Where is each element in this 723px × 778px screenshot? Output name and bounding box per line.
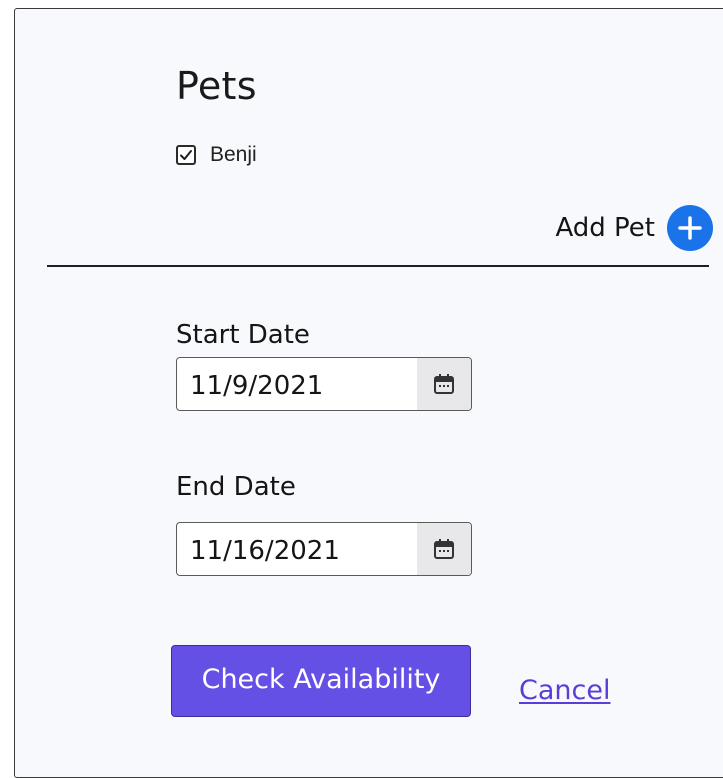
calendar-icon xyxy=(434,539,454,559)
start-date-value[interactable]: 11/9/2021 xyxy=(177,367,417,401)
pets-heading: Pets xyxy=(176,64,257,108)
start-date-picker-button[interactable] xyxy=(417,358,471,410)
end-date-value[interactable]: 11/16/2021 xyxy=(177,532,417,566)
booking-panel: Pets Benji Add Pet Start Date 11/9/2021 xyxy=(14,8,723,778)
pet-checkbox-row[interactable]: Benji xyxy=(176,143,257,167)
add-pet-button[interactable]: Add Pet xyxy=(555,205,713,251)
check-icon xyxy=(180,150,192,160)
pet-name-label: Benji xyxy=(210,143,257,166)
plus-icon[interactable] xyxy=(667,205,713,251)
calendar-icon xyxy=(434,374,454,394)
pet-checkbox[interactable] xyxy=(176,145,196,165)
check-availability-button[interactable]: Check Availability xyxy=(171,645,471,717)
section-divider xyxy=(47,265,709,267)
start-date-input[interactable]: 11/9/2021 xyxy=(176,357,472,411)
start-date-label: Start Date xyxy=(176,320,310,350)
end-date-picker-button[interactable] xyxy=(417,523,471,575)
end-date-input[interactable]: 11/16/2021 xyxy=(176,522,472,576)
add-pet-label: Add Pet xyxy=(555,213,655,243)
end-date-label: End Date xyxy=(176,472,296,502)
cancel-link[interactable]: Cancel xyxy=(519,675,610,706)
